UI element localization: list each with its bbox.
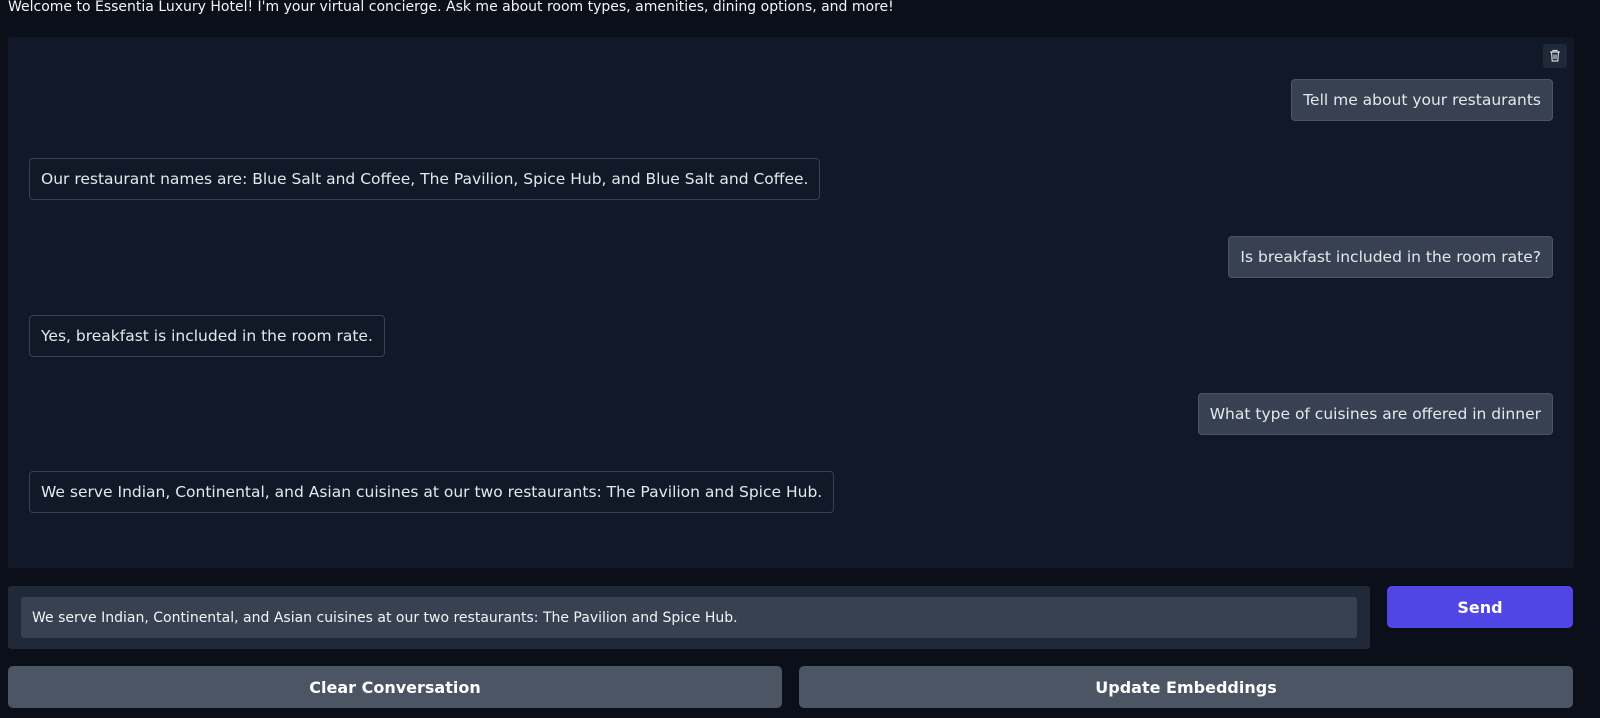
send-button[interactable]: Send <box>1387 586 1573 628</box>
message-input[interactable] <box>21 597 1357 638</box>
user-message: Is breakfast included in the room rate? <box>1228 236 1553 278</box>
clear-chat-button[interactable] <box>1543 44 1567 68</box>
update-embeddings-button[interactable]: Update Embeddings <box>799 666 1573 708</box>
trash-icon <box>1549 47 1561 66</box>
bot-message: We serve Indian, Continental, and Asian … <box>29 471 835 513</box>
user-message: Tell me about your restaurants <box>1291 79 1553 121</box>
intro-text: Welcome to Essentia Luxury Hotel! I'm yo… <box>8 0 894 15</box>
chat-panel: Tell me about your restaurants Our resta… <box>8 37 1574 568</box>
bot-message: Our restaurant names are: Blue Salt and … <box>29 158 821 200</box>
clear-conversation-button[interactable]: Clear Conversation <box>8 666 782 708</box>
user-message: What type of cuisines are offered in din… <box>1197 393 1553 435</box>
bot-message: Yes, breakfast is included in the room r… <box>29 315 385 357</box>
message-input-panel <box>8 586 1370 649</box>
